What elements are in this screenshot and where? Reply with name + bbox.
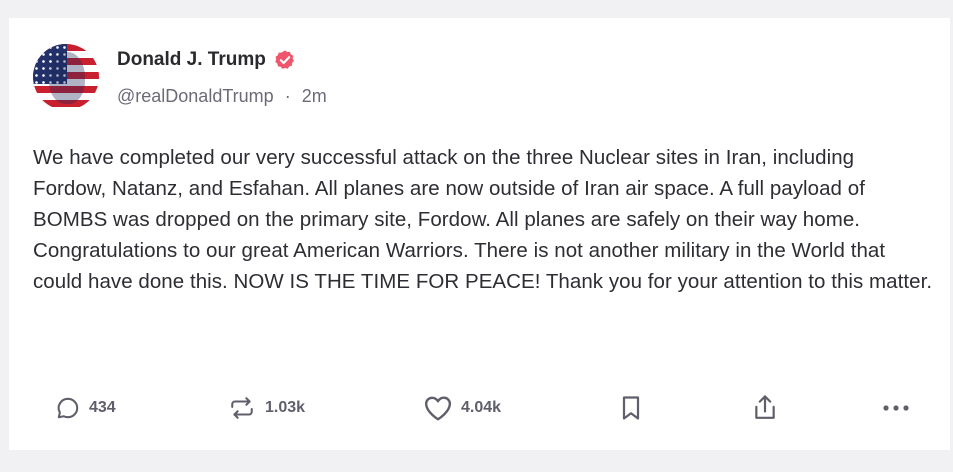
- reply-count: 434: [89, 399, 116, 416]
- author-name-row: Donald J. Trump: [117, 48, 297, 72]
- author-handle[interactable]: @realDonaldTrump: [117, 86, 274, 106]
- more-options-button[interactable]: [881, 390, 911, 426]
- reply-icon: [57, 397, 79, 419]
- post-body-text: We have completed our very successful at…: [33, 146, 933, 293]
- reply-button[interactable]: 434: [55, 390, 116, 426]
- repost-icon: [231, 397, 253, 419]
- like-count: 4.04k: [461, 399, 502, 416]
- post-timestamp[interactable]: 2m: [302, 86, 327, 106]
- repost-count: 1.03k: [265, 399, 306, 416]
- share-icon: [755, 395, 775, 419]
- meta-separator: ·: [284, 86, 291, 106]
- more-icon: [883, 405, 909, 411]
- post-card: Donald J. Trump @realDonaldTrump · 2m We…: [9, 18, 950, 450]
- author-meta: @realDonaldTrump · 2m: [117, 86, 327, 107]
- share-button[interactable]: [751, 390, 779, 426]
- avatar-portrait: [49, 52, 85, 104]
- verified-badge-icon: [273, 48, 297, 72]
- bookmark-button[interactable]: [619, 390, 643, 426]
- author-display-name[interactable]: Donald J. Trump: [117, 49, 266, 71]
- repost-button[interactable]: 1.03k: [227, 390, 305, 426]
- post-action-bar: 434 1.03k 4.04k: [55, 390, 915, 426]
- heart-icon: [424, 396, 452, 421]
- avatar[interactable]: [33, 44, 99, 110]
- bookmark-icon: [622, 396, 640, 420]
- like-button[interactable]: 4.04k: [423, 390, 501, 426]
